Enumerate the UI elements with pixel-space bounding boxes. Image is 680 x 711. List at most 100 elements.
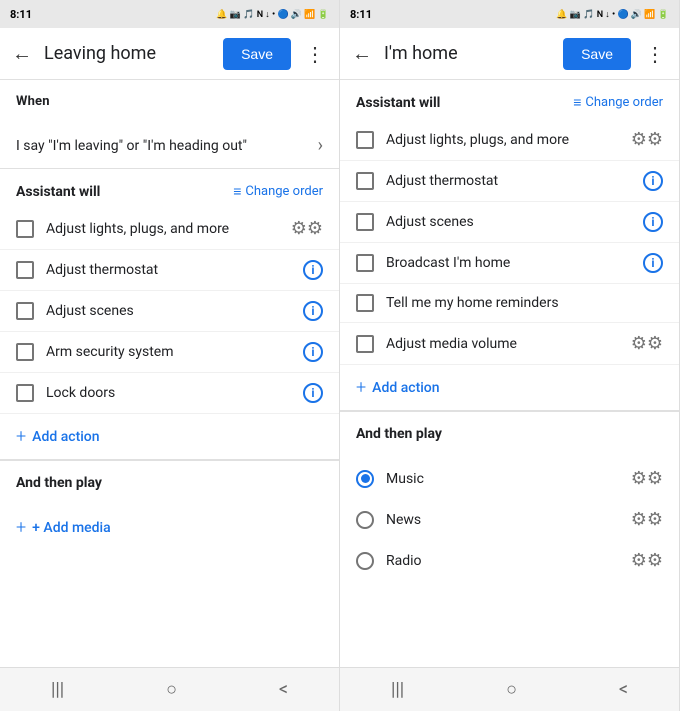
plus-icon-left: + (16, 426, 26, 447)
gear-icon-5-right[interactable]: ⚙ (631, 333, 663, 354)
action-text-1-right: Adjust thermostat (386, 173, 631, 189)
info-icon-1-left[interactable]: i (303, 260, 323, 280)
checkbox-1-left[interactable] (16, 261, 34, 279)
back-button-right[interactable]: ← (348, 37, 376, 70)
action-text-0-left: Adjust lights, plugs, and more (46, 221, 279, 237)
plus-icon-right: + (356, 377, 366, 398)
action-row-4-right: Tell me my home reminders (340, 284, 679, 323)
assistant-header-left: Assistant will ≡ Change order (0, 169, 339, 208)
nav-menu-left[interactable]: ||| (51, 679, 64, 700)
checkbox-2-right[interactable] (356, 213, 374, 231)
save-button-right[interactable]: Save (563, 38, 631, 70)
media-row-music: Music ⚙ (340, 458, 679, 499)
left-panel: 8:11 🔔 📷 🎵 N ↓ • 🔵 🔊 📶 🔋 ← Leaving home … (0, 0, 340, 711)
radio-radio[interactable] (356, 552, 374, 570)
checkbox-1-right[interactable] (356, 172, 374, 190)
checkbox-0-right[interactable] (356, 131, 374, 149)
change-order-label-left: Change order (245, 184, 323, 199)
change-order-label-right: Change order (585, 95, 663, 110)
change-order-button-left[interactable]: ≡ Change order (233, 183, 323, 200)
add-media-button-left[interactable]: + + Add media (0, 507, 339, 548)
add-action-button-right[interactable]: + Add action (340, 365, 679, 410)
action-text-2-left: Adjust scenes (46, 303, 291, 319)
add-action-button-left[interactable]: + Add action (0, 414, 339, 459)
back-button-left[interactable]: ← (8, 37, 36, 70)
gear-icon-radio[interactable]: ⚙ (631, 550, 663, 571)
nav-back-left[interactable]: < (279, 679, 288, 700)
add-action-label-left: Add action (32, 429, 99, 445)
info-icon-4-left[interactable]: i (303, 383, 323, 403)
media-text-music: Music (386, 471, 619, 487)
info-icon-3-right[interactable]: i (643, 253, 663, 273)
plus-icon-media-left: + (16, 517, 26, 538)
play-section-right: And then play (340, 411, 679, 458)
checkbox-3-right[interactable] (356, 254, 374, 272)
action-row-5-right: Adjust media volume ⚙ (340, 323, 679, 365)
content-right: Assistant will ≡ Change order Adjust lig… (340, 80, 679, 667)
info-icon-3-left[interactable]: i (303, 342, 323, 362)
info-icon-2-right[interactable]: i (643, 212, 663, 232)
radio-music[interactable] (356, 470, 374, 488)
gear-icon-news[interactable]: ⚙ (631, 509, 663, 530)
assistant-header-right: Assistant will ≡ Change order (340, 80, 679, 119)
bottom-nav-right: ||| ○ < (340, 667, 679, 711)
save-button-left[interactable]: Save (223, 38, 291, 70)
chevron-right-icon: › (318, 135, 323, 156)
top-bar-right: ← I'm home Save ⋮ (340, 28, 679, 80)
gear-icon-music[interactable]: ⚙ (631, 468, 663, 489)
checkbox-4-right[interactable] (356, 294, 374, 312)
when-trigger-text: I say "I'm leaving" or "I'm heading out" (16, 138, 318, 154)
checkbox-4-left[interactable] (16, 384, 34, 402)
info-icon-1-right[interactable]: i (643, 171, 663, 191)
content-left: When I say "I'm leaving" or "I'm heading… (0, 80, 339, 667)
action-row-1-right: Adjust thermostat i (340, 161, 679, 202)
action-text-0-right: Adjust lights, plugs, and more (386, 132, 619, 148)
right-panel: 8:11 🔔 📷 🎵 N ↓ • 🔵 🔊 📶 🔋 ← I'm home Save… (340, 0, 680, 711)
action-text-3-left: Arm security system (46, 344, 291, 360)
change-order-button-right[interactable]: ≡ Change order (573, 94, 663, 111)
order-icon-right: ≡ (573, 94, 581, 111)
action-text-5-right: Adjust media volume (386, 336, 619, 352)
action-row-2-right: Adjust scenes i (340, 202, 679, 243)
action-row-1-left: Adjust thermostat i (0, 250, 339, 291)
action-row-2-left: Adjust scenes i (0, 291, 339, 332)
media-text-radio: Radio (386, 553, 619, 569)
more-menu-left[interactable]: ⋮ (299, 38, 331, 70)
play-section-left: And then play (0, 460, 339, 507)
gear-icon-0-right[interactable]: ⚙ (631, 129, 663, 150)
radio-inner-music (361, 474, 370, 483)
assistant-title-left: Assistant will (16, 184, 100, 200)
nav-menu-right[interactable]: ||| (391, 679, 404, 700)
info-icon-2-left[interactable]: i (303, 301, 323, 321)
gear-icon-0-left[interactable]: ⚙ (291, 218, 323, 239)
radio-news[interactable] (356, 511, 374, 529)
page-title-right: I'm home (384, 43, 555, 64)
media-row-news: News ⚙ (340, 499, 679, 540)
top-bar-left: ← Leaving home Save ⋮ (0, 28, 339, 80)
play-title-right: And then play (356, 426, 663, 442)
checkbox-5-right[interactable] (356, 335, 374, 353)
checkbox-0-left[interactable] (16, 220, 34, 238)
media-text-news: News (386, 512, 619, 528)
media-row-radio: Radio ⚙ (340, 540, 679, 581)
when-section: When (0, 80, 339, 123)
more-menu-right[interactable]: ⋮ (639, 38, 671, 70)
nav-back-right[interactable]: < (619, 679, 628, 700)
action-text-2-right: Adjust scenes (386, 214, 631, 230)
action-row-0-left: Adjust lights, plugs, and more ⚙ (0, 208, 339, 250)
action-text-3-right: Broadcast I'm home (386, 255, 631, 271)
action-row-3-left: Arm security system i (0, 332, 339, 373)
nav-home-right[interactable]: ○ (506, 679, 517, 700)
assistant-title-right: Assistant will (356, 95, 440, 111)
action-text-4-right: Tell me my home reminders (386, 295, 663, 311)
play-title-left: And then play (16, 475, 323, 491)
when-label: When (16, 94, 323, 109)
add-action-label-right: Add action (372, 380, 439, 396)
page-title-left: Leaving home (44, 43, 215, 64)
action-row-3-right: Broadcast I'm home i (340, 243, 679, 284)
when-row[interactable]: I say "I'm leaving" or "I'm heading out"… (0, 123, 339, 169)
nav-home-left[interactable]: ○ (166, 679, 177, 700)
status-icons-right: 🔔 📷 🎵 N ↓ • 🔵 🔊 📶 🔋 (556, 9, 669, 20)
checkbox-3-left[interactable] (16, 343, 34, 361)
checkbox-2-left[interactable] (16, 302, 34, 320)
